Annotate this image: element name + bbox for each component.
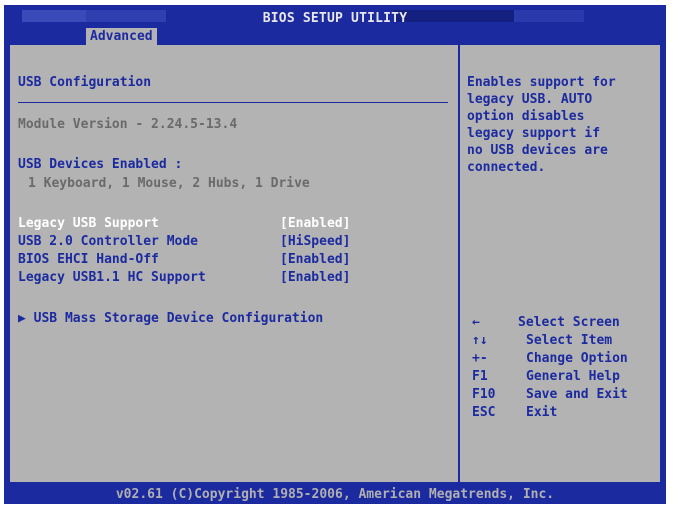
key-select-screen-desc: Select Screen (518, 315, 620, 330)
key-select-item-icon: ↑↓ (472, 333, 488, 348)
help-line-5: no USB devices are (467, 143, 608, 158)
key-change-option-desc: Change Option (526, 351, 628, 366)
tab-advanced[interactable]: Advanced (86, 28, 157, 45)
setting-legacy-usb-support-value[interactable]: [Enabled] (280, 216, 350, 231)
key-general-help: F1 (472, 369, 488, 384)
devices-value: 1 Keyboard, 1 Mouse, 2 Hubs, 1 Drive (28, 176, 310, 191)
setting-bios-ehci-handoff-label[interactable]: BIOS EHCI Hand-Off (18, 252, 159, 267)
key-select-item-desc: Select Item (526, 333, 613, 348)
settings-pane: USB Configuration Module Version - 2.24.… (10, 45, 460, 482)
key-save-exit-desc: Save and Exit (526, 387, 628, 402)
key-change-option-icon: +- (472, 351, 488, 366)
help-pane: Enables support for legacy USB. AUTO opt… (460, 45, 660, 482)
setting-legacy-usb11-hc-value[interactable]: [Enabled] (280, 270, 350, 285)
key-general-help-desc: General Help (526, 369, 620, 384)
title-bar: BIOS SETUP UTILITY Advanced (4, 5, 666, 45)
main-panel: USB Configuration Module Version - 2.24.… (10, 45, 660, 482)
key-exit-desc: Exit (526, 405, 558, 420)
section-title: USB Configuration (18, 75, 152, 90)
setting-usb2-controller-mode-label[interactable]: USB 2.0 Controller Mode (18, 234, 198, 249)
help-line-6: connected. (467, 160, 546, 175)
section-divider (18, 102, 448, 103)
copyright-footer: v02.61 (C)Copyright 1985-2006, American … (115, 487, 555, 502)
bios-frame: BIOS SETUP UTILITY Advanced USB Configur… (4, 5, 666, 504)
help-line-2: legacy USB. AUTO (467, 92, 593, 107)
help-line-3: option disables (467, 109, 585, 124)
key-select-screen-icon: ← (472, 315, 480, 330)
devices-label: USB Devices Enabled : (18, 157, 183, 172)
setting-bios-ehci-handoff-value[interactable]: [Enabled] (280, 252, 350, 267)
help-line-1: Enables support for (467, 75, 616, 90)
submenu-label: USB Mass Storage Device Configuration (33, 311, 324, 326)
key-save-exit: F10 (472, 387, 496, 402)
page-title: BIOS SETUP UTILITY (262, 11, 408, 26)
submenu-arrow-icon: ▶ (18, 311, 26, 326)
submenu-usb-mass-storage[interactable]: ▶ USB Mass Storage Device Configuration (18, 311, 323, 326)
key-exit: ESC (472, 405, 496, 420)
setting-legacy-usb-support-label[interactable]: Legacy USB Support (18, 216, 159, 231)
setting-usb2-controller-mode-value[interactable]: [HiSpeed] (280, 234, 350, 249)
help-line-4: legacy support if (467, 126, 601, 141)
module-version: Module Version - 2.24.5-13.4 (18, 117, 238, 132)
setting-legacy-usb11-hc-label[interactable]: Legacy USB1.1 HC Support (18, 270, 206, 285)
